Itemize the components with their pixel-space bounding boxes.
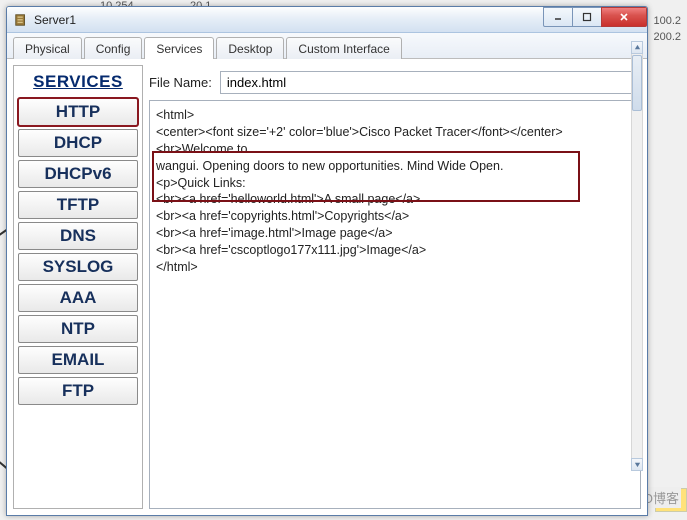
- service-aaa[interactable]: AAA: [18, 284, 138, 312]
- service-dhcp[interactable]: DHCP: [18, 129, 138, 157]
- content-area: SERVICES HTTP DHCP DHCPv6 TFTP DNS SYSLO…: [7, 59, 647, 515]
- service-email[interactable]: EMAIL: [18, 346, 138, 374]
- tab-custom-interface[interactable]: Custom Interface: [286, 37, 401, 59]
- file-name-input[interactable]: [220, 71, 641, 94]
- main-panel: File Name: <html> <center><font size='+2…: [149, 65, 641, 509]
- bg-coord-3: 100.2: [653, 15, 681, 27]
- app-window: Server1 Physical Config Services Desktop…: [6, 6, 648, 516]
- scroll-down-icon[interactable]: [631, 458, 643, 471]
- scrollbar-thumb[interactable]: [632, 55, 642, 111]
- service-tftp[interactable]: TFTP: [18, 191, 138, 219]
- close-button[interactable]: [601, 7, 647, 27]
- bg-coord-4: 200.2: [653, 31, 681, 43]
- server-icon: [13, 12, 29, 28]
- file-name-row: File Name:: [149, 65, 641, 94]
- title-bar[interactable]: Server1: [7, 7, 647, 33]
- tab-config[interactable]: Config: [84, 37, 143, 59]
- service-syslog[interactable]: SYSLOG: [18, 253, 138, 281]
- services-header: SERVICES: [18, 70, 138, 95]
- tab-services[interactable]: Services: [144, 37, 214, 59]
- service-ftp[interactable]: FTP: [18, 377, 138, 405]
- service-dns[interactable]: DNS: [18, 222, 138, 250]
- html-editor[interactable]: <html> <center><font size='+2' color='bl…: [149, 100, 641, 509]
- service-dhcpv6[interactable]: DHCPv6: [18, 160, 138, 188]
- tab-desktop[interactable]: Desktop: [216, 37, 284, 59]
- tab-physical[interactable]: Physical: [13, 37, 82, 59]
- tab-bar: Physical Config Services Desktop Custom …: [7, 33, 647, 59]
- services-panel: SERVICES HTTP DHCP DHCPv6 TFTP DNS SYSLO…: [13, 65, 143, 509]
- window-title: Server1: [34, 13, 76, 27]
- scroll-up-icon[interactable]: [631, 41, 643, 54]
- maximize-button[interactable]: [572, 7, 602, 27]
- minimize-button[interactable]: [543, 7, 573, 27]
- file-name-label: File Name:: [149, 75, 212, 90]
- service-http[interactable]: HTTP: [18, 98, 138, 126]
- editor-text: <html> <center><font size='+2' color='bl…: [156, 108, 563, 274]
- scrollbar-vertical[interactable]: [631, 41, 643, 471]
- service-ntp[interactable]: NTP: [18, 315, 138, 343]
